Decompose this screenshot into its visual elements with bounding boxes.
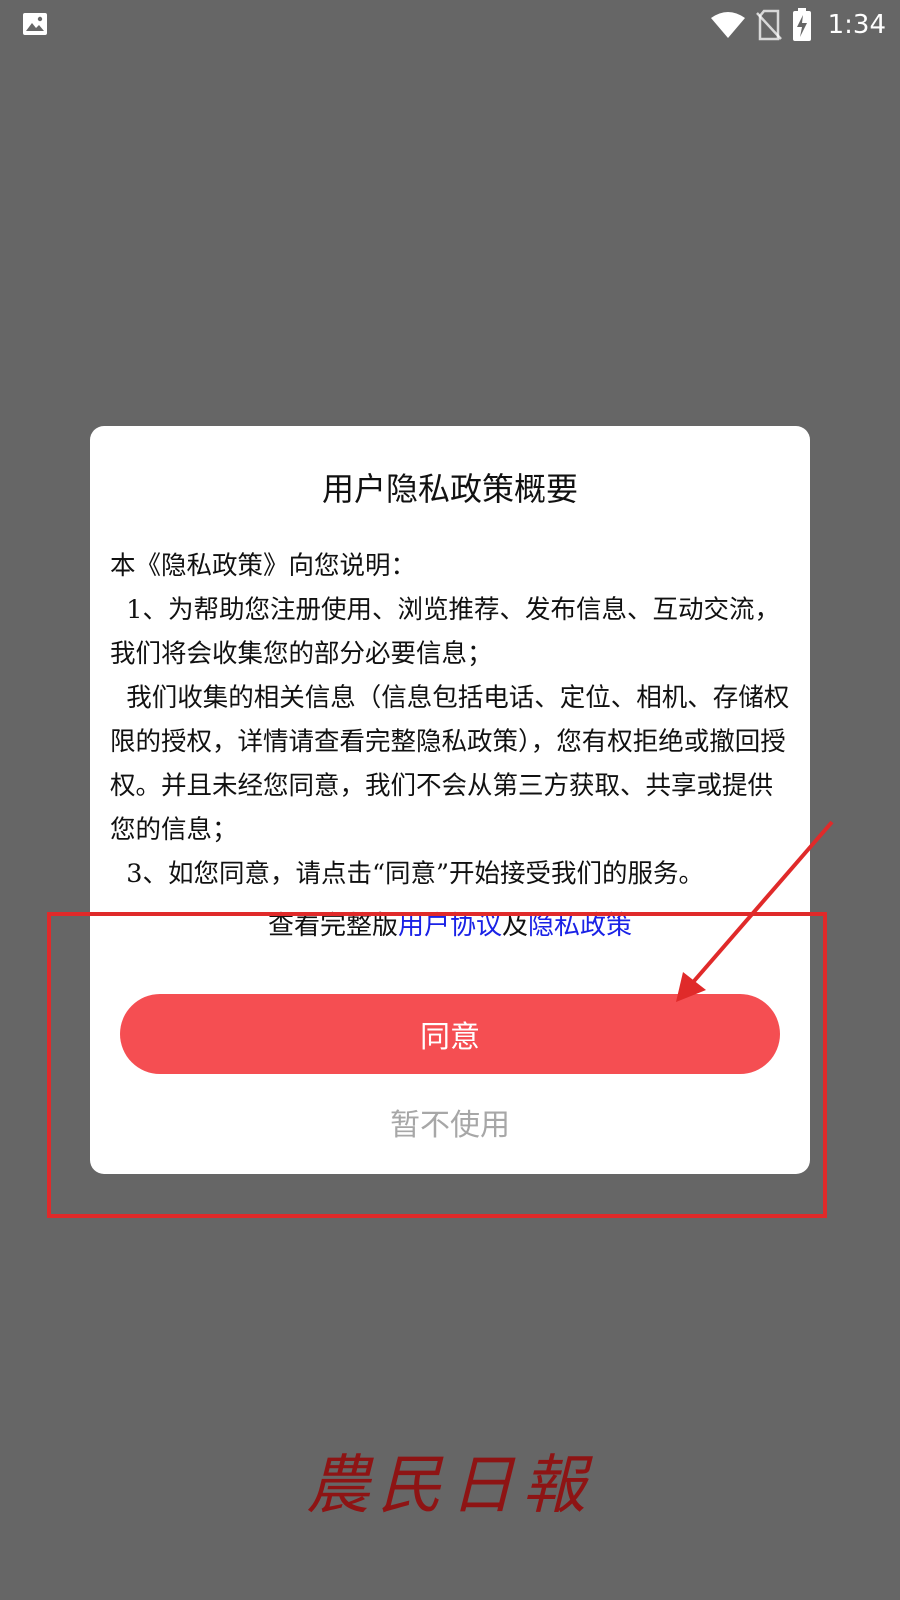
no-sim-icon (755, 9, 782, 41)
privacy-policy-link[interactable]: 隐私政策 (528, 911, 632, 941)
battery-charging-icon (792, 8, 811, 41)
image-icon (23, 13, 47, 35)
wifi-icon (710, 12, 745, 38)
status-icons: 1:34 (710, 8, 886, 42)
body-paragraph-3: 3、如您同意，请点击“同意”开始接受我们的服务。 (110, 859, 705, 889)
links-prefix: 查看完整版 (267, 911, 398, 941)
dialog-body: 本《隐私政策》向您说明： 1、为帮助您注册使用、浏览推荐、发布信息、互动交流， … (110, 544, 790, 896)
body-paragraph-intro: 本《隐私政策》向您说明： (110, 551, 417, 581)
dialog-title: 用户隐私政策概要 (321, 470, 578, 508)
agreement-links-line: 查看完整版用户协议及隐私政策 (90, 906, 810, 946)
body-paragraph-2: 我们收集的相关信息（信息包括电话、定位、相机、存储权限的授权，详情请查看完整隐私… (110, 683, 790, 845)
privacy-dialog: 用户隐私政策概要 本《隐私政策》向您说明： 1、为帮助您注册使用、浏览推荐、发布… (90, 426, 810, 1174)
body-paragraph-1: 1、为帮助您注册使用、浏览推荐、发布信息、互动交流， 我们将会收集您的部分必要信… (110, 595, 797, 669)
links-joiner: 及 (502, 911, 529, 941)
status-bar: 1:34 (0, 0, 900, 50)
clock: 1:34 (827, 10, 886, 40)
brand-logo: 農民日報 (306, 1449, 594, 1523)
user-agreement-link[interactable]: 用户协议 (398, 911, 502, 941)
decline-button[interactable]: 暂不使用 (90, 1100, 810, 1144)
agree-button[interactable]: 同意 (120, 994, 780, 1074)
